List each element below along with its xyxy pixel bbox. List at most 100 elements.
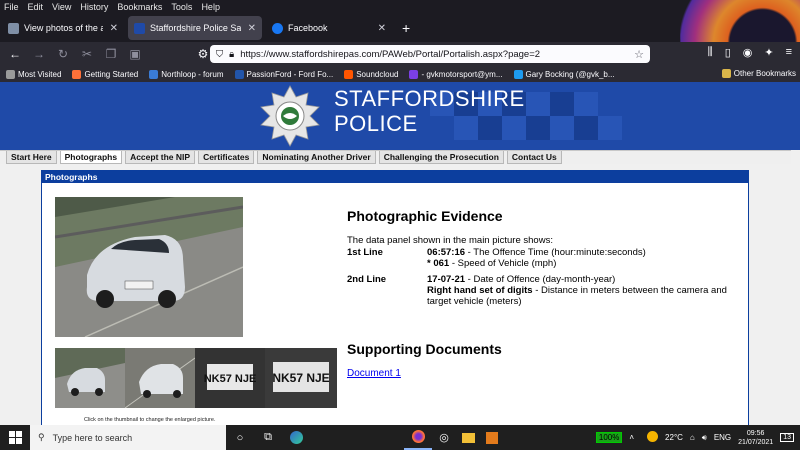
cut-icon[interactable]: ✂ (80, 47, 94, 61)
start-button[interactable] (0, 425, 30, 450)
notifications-icon[interactable]: 13 (780, 433, 794, 442)
bookmark-label: Northloop - forum (161, 69, 224, 79)
bookmark-most-visited[interactable]: Most Visited (6, 69, 62, 79)
evidence-row-line2: 2nd Line 17-07-21 - Date of Offence (day… (347, 274, 727, 307)
brand-name: STAFFORDSHIRE POLICE (334, 86, 525, 136)
nav-certificates[interactable]: Certificates (198, 151, 255, 164)
close-tab-icon[interactable]: ✕ (248, 23, 256, 34)
data-panel-intro: The data panel shown in the main picture… (347, 235, 553, 246)
line1-description: 06:57:16 - The Offence Time (hour:minute… (427, 247, 727, 269)
menu-bar: File Edit View History Bookmarks Tools H… (0, 0, 800, 14)
menu-history[interactable]: History (80, 2, 108, 12)
bookmark-northloop[interactable]: Northloop - forum (149, 69, 224, 79)
back-icon[interactable]: ← (8, 47, 22, 61)
shield-icon[interactable]: ⛉ (216, 49, 223, 60)
app-menu-icon[interactable]: ≡ (786, 46, 792, 59)
network-icon[interactable]: ⌂ (690, 433, 695, 442)
tab-facebook[interactable]: Facebook ✕ (266, 16, 392, 40)
weather-icon (647, 431, 659, 444)
address-bar[interactable]: ⛉ 🔒︎ https://www.staffordshirepas.com/PA… (210, 45, 650, 63)
nav-photographs[interactable]: Photographs (59, 151, 123, 164)
windows-logo-icon (8, 431, 22, 444)
site-navigation: Start Here Photographs Accept the NIP Ce… (0, 150, 800, 164)
page-scrollbar[interactable] (791, 150, 800, 425)
clock[interactable]: 09:56 21/07/2021 (738, 429, 773, 447)
bookmark-label: Soundcloud (356, 69, 399, 79)
soundcloud-icon (344, 69, 354, 79)
menu-tools[interactable]: Tools (171, 2, 192, 12)
library-icon[interactable]: ⫼ (708, 46, 713, 59)
extensions-icon[interactable]: ✦ (764, 46, 773, 59)
nav-start-here[interactable]: Start Here (6, 151, 57, 164)
bookmark-getting-started[interactable]: Getting Started (72, 69, 138, 79)
taskbar-search[interactable]: ⚲ Type here to search (30, 425, 226, 450)
page-favicon-icon (8, 22, 19, 34)
thumbnail-car-wide[interactable] (55, 348, 125, 408)
cortana-icon[interactable]: ○ (226, 425, 254, 450)
facebook-icon (272, 22, 283, 34)
tab-strip: View photos of the alleged offe ✕ Staffo… (0, 14, 800, 42)
site-icon (234, 69, 244, 79)
bookmark-soundcloud[interactable]: Soundcloud (344, 69, 399, 79)
new-tab-button[interactable]: + (402, 20, 410, 36)
line1-label: 1st Line (347, 247, 383, 258)
lock-icon[interactable]: 🔒︎ (229, 49, 234, 60)
thumbnail-car-close[interactable] (125, 348, 195, 408)
thumbnail-plate-1[interactable]: NK57 NJE (195, 348, 265, 408)
pinned-apps: ◎ (404, 425, 504, 450)
menu-view[interactable]: View (52, 2, 71, 12)
tab-label: View photos of the alleged offe (24, 23, 103, 33)
other-bookmarks[interactable]: Other Bookmarks (721, 69, 796, 78)
battery-indicator[interactable]: 100% (595, 432, 623, 443)
police-favicon-icon (134, 22, 145, 34)
volume-icon[interactable]: 🔊︎ (702, 433, 707, 443)
reload-icon[interactable]: ↻ (56, 47, 70, 61)
language-indicator[interactable]: ENG (714, 433, 731, 442)
close-tab-icon[interactable]: ✕ (110, 23, 118, 34)
tab-staffordshire-police[interactable]: Staffordshire Police Safer roads Tea ✕ (128, 16, 262, 40)
firefox-taskbar-icon[interactable] (404, 425, 432, 450)
app-icon[interactable]: ◎ (432, 425, 456, 450)
bookmark-label: Gary Bocking (@gvk_b... (525, 69, 615, 79)
bookmark-label: PassionFord - Ford Fo... (246, 69, 334, 79)
gear-icon (6, 69, 15, 79)
nav-contact-us[interactable]: Contact Us (506, 151, 562, 164)
document-1-link[interactable]: Document 1 (347, 368, 401, 379)
close-tab-icon[interactable]: ✕ (378, 23, 386, 34)
url-text[interactable]: https://www.staffordshirepas.com/PAWeb/P… (240, 49, 540, 60)
bookmark-passionford[interactable]: PassionFord - Ford Fo... (234, 69, 334, 79)
photographs-panel: Photographs NK57 NJE NK57 NJE Click on t… (41, 170, 749, 430)
weather-temp[interactable]: 22°C (665, 433, 683, 442)
task-view-icon[interactable]: ⧉ (254, 425, 282, 450)
supporting-documents-heading: Supporting Documents (347, 341, 502, 357)
settings-gear-icon[interactable]: ⚙ (196, 47, 210, 61)
police-crest-icon (260, 85, 320, 147)
media-player-icon[interactable] (480, 425, 504, 450)
thumbnail-plate-2[interactable]: NK57 NJE (265, 348, 337, 408)
account-icon[interactable]: ◉ (743, 46, 753, 59)
offence-date: 17-07-21 (427, 274, 466, 285)
nav-challenging-prosecution[interactable]: Challenging the Prosecution (378, 151, 504, 164)
menu-help[interactable]: Help (201, 2, 220, 12)
menu-file[interactable]: File (4, 2, 19, 12)
menu-edit[interactable]: Edit (28, 2, 44, 12)
sidebar-icon[interactable]: ▯ (725, 46, 731, 59)
offence-date-desc: - Date of Offence (day-month-year) (465, 274, 616, 285)
bookmark-star-icon[interactable]: ☆ (634, 48, 644, 61)
bookmark-twitter[interactable]: Gary Bocking (@gvk_b... (513, 69, 615, 79)
navigation-bar: ← → ↻ ✂ ❐ ▣ ⚙ ⛉ 🔒︎ https://www.staffords… (0, 42, 800, 66)
tab-alleged-offence[interactable]: View photos of the alleged offe ✕ (2, 16, 124, 40)
bookmarks-toolbar: Most Visited Getting Started Northloop -… (0, 66, 800, 82)
vehicle-speed-desc: - Speed of Vehicle (mph) (449, 258, 557, 269)
forward-icon[interactable]: → (32, 47, 46, 61)
edge-icon[interactable] (282, 425, 310, 450)
menu-bookmarks[interactable]: Bookmarks (117, 2, 162, 12)
bookmark-label: Most Visited (18, 69, 62, 79)
chevron-up-icon[interactable]: ˄ (629, 433, 634, 442)
paste-icon[interactable]: ▣ (128, 47, 142, 61)
copy-icon[interactable]: ❐ (104, 47, 118, 61)
file-explorer-icon[interactable] (456, 425, 480, 450)
bookmark-yahoo-mail[interactable]: - gvkmotorsport@ym... (409, 69, 503, 79)
nav-accept-nip[interactable]: Accept the NIP (125, 151, 196, 164)
nav-nominating-driver[interactable]: Nominating Another Driver (257, 151, 376, 164)
